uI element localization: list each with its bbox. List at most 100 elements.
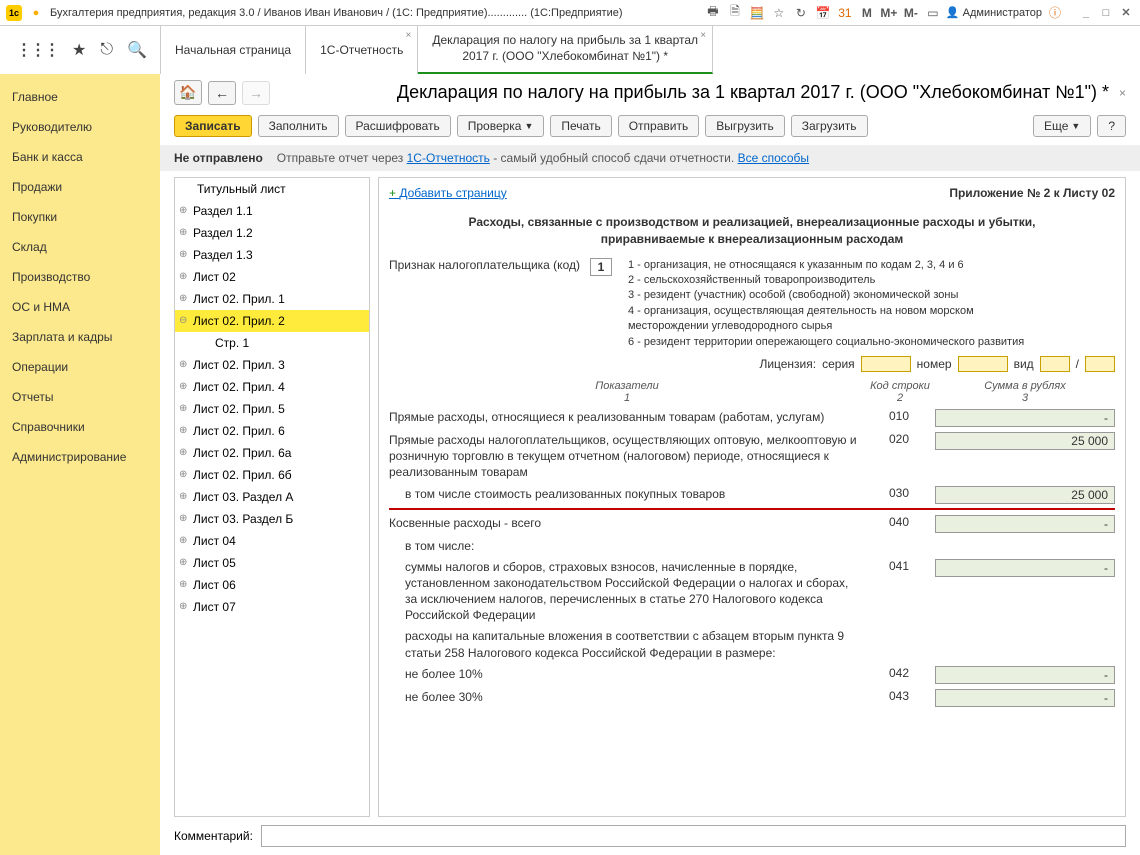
- sidebar-item-sales[interactable]: Продажи: [0, 172, 160, 202]
- plus-icon[interactable]: ⊕: [179, 535, 191, 546]
- section-item[interactable]: ⊕Раздел 1.2: [175, 222, 369, 244]
- upload-button[interactable]: Выгрузить: [705, 115, 785, 137]
- link-1c-reporting[interactable]: 1С-Отчетность: [407, 151, 490, 165]
- fill-button[interactable]: Заполнить: [258, 115, 339, 137]
- plus-icon[interactable]: ⊕: [179, 271, 191, 282]
- licence-number-input[interactable]: [958, 356, 1008, 372]
- minimize-button[interactable]: _: [1078, 6, 1094, 20]
- section-item[interactable]: ⊕Лист 02. Прил. 4: [175, 376, 369, 398]
- apps-icon[interactable]: ⋮⋮⋮: [16, 40, 58, 60]
- history-icon[interactable]: ⎋: [100, 41, 113, 59]
- sidebar-item-admin[interactable]: Администрирование: [0, 442, 160, 472]
- licence-kind-input[interactable]: [1040, 356, 1070, 372]
- favorites-icon[interactable]: ★: [72, 40, 86, 60]
- minus-icon[interactable]: ⊖: [179, 315, 191, 326]
- section-item[interactable]: ⊕Лист 02. Прил. 6а: [175, 442, 369, 464]
- plus-icon[interactable]: ⊕: [179, 513, 191, 524]
- tab-1c-reporting[interactable]: 1С-Отчетность ×: [306, 26, 418, 74]
- plus-icon[interactable]: ⊕: [179, 579, 191, 590]
- sidebar-item-assets[interactable]: ОС и НМА: [0, 292, 160, 322]
- section-item[interactable]: Титульный лист: [175, 178, 369, 200]
- section-item[interactable]: ⊕Лист 02. Прил. 1: [175, 288, 369, 310]
- sidebar-item-warehouse[interactable]: Склад: [0, 232, 160, 262]
- section-item[interactable]: ⊕Лист 02. Прил. 6: [175, 420, 369, 442]
- close-icon[interactable]: ×: [1119, 86, 1126, 100]
- value-input[interactable]: 25 000: [935, 432, 1115, 450]
- plus-icon[interactable]: ⊕: [179, 249, 191, 260]
- user-badge[interactable]: 👤 Администратор: [946, 6, 1042, 19]
- value-input[interactable]: -: [935, 666, 1115, 684]
- plus-icon[interactable]: ⊕: [179, 425, 191, 436]
- add-page-link[interactable]: Добавить страницу: [389, 186, 507, 200]
- plus-icon[interactable]: ⊕: [179, 205, 191, 216]
- section-item[interactable]: ⊕Лист 02. Прил. 3: [175, 354, 369, 376]
- search-icon[interactable]: 🔍: [127, 40, 147, 60]
- calc-icon[interactable]: 🧮: [748, 6, 766, 20]
- plus-icon[interactable]: ⊕: [179, 381, 191, 392]
- section-item[interactable]: ⊕Лист 03. Раздел А: [175, 486, 369, 508]
- write-button[interactable]: Записать: [174, 115, 252, 137]
- back-button[interactable]: ←: [208, 81, 236, 105]
- section-item[interactable]: ⊖Лист 02. Прил. 2: [175, 310, 369, 332]
- section-item[interactable]: ⊕Лист 02. Прил. 6б: [175, 464, 369, 486]
- close-icon[interactable]: ×: [406, 30, 412, 41]
- memory-mminus-icon[interactable]: M-: [902, 6, 920, 20]
- plus-icon[interactable]: ⊕: [179, 293, 191, 304]
- value-input[interactable]: -: [935, 409, 1115, 427]
- plus-icon[interactable]: ⊕: [179, 403, 191, 414]
- section-item[interactable]: ⊕Лист 02: [175, 266, 369, 288]
- section-item[interactable]: Стр. 1: [175, 332, 369, 354]
- section-item[interactable]: ⊕Раздел 1.1: [175, 200, 369, 222]
- tab-declaration[interactable]: Декларация по налогу на прибыль за 1 ква…: [418, 26, 713, 74]
- plus-icon[interactable]: ⊕: [179, 227, 191, 238]
- value-input[interactable]: -: [935, 515, 1115, 533]
- section-item[interactable]: ⊕Раздел 1.3: [175, 244, 369, 266]
- section-item[interactable]: ⊕Лист 06: [175, 574, 369, 596]
- plus-icon[interactable]: ⊕: [179, 601, 191, 612]
- value-input[interactable]: 25 000: [935, 486, 1115, 504]
- more-button[interactable]: Еще▼: [1033, 115, 1091, 137]
- taxpayer-code-input[interactable]: 1: [590, 258, 612, 276]
- star-icon[interactable]: ☆: [770, 6, 788, 20]
- plus-icon[interactable]: ⊕: [179, 447, 191, 458]
- link-all-methods[interactable]: Все способы: [738, 151, 810, 165]
- refresh-icon[interactable]: ↻: [792, 6, 810, 20]
- send-button[interactable]: Отправить: [618, 115, 700, 137]
- memory-m-icon[interactable]: M: [858, 6, 876, 20]
- forward-button[interactable]: →: [242, 81, 270, 105]
- print-icon[interactable]: 🖶: [704, 2, 722, 23]
- sidebar-item-reports[interactable]: Отчеты: [0, 382, 160, 412]
- calendar-icon[interactable]: 📅: [814, 6, 832, 20]
- section-item[interactable]: ⊕Лист 04: [175, 530, 369, 552]
- section-item[interactable]: ⊕Лист 05: [175, 552, 369, 574]
- comment-input[interactable]: [261, 825, 1126, 847]
- sidebar-item-bank[interactable]: Банк и касса: [0, 142, 160, 172]
- plus-icon[interactable]: ⊕: [179, 491, 191, 502]
- sidebar-item-main[interactable]: Главное: [0, 82, 160, 112]
- section-item[interactable]: ⊕Лист 07: [175, 596, 369, 618]
- doc-icon[interactable]: 🗎: [726, 2, 744, 23]
- value-input[interactable]: -: [935, 689, 1115, 707]
- decode-button[interactable]: Расшифровать: [345, 115, 451, 137]
- memory-mplus-icon[interactable]: M+: [880, 6, 898, 20]
- cal-31-icon[interactable]: 31: [836, 6, 854, 20]
- sidebar-item-production[interactable]: Производство: [0, 262, 160, 292]
- info-icon[interactable]: ⓘ: [1046, 4, 1064, 21]
- plus-icon[interactable]: ⊕: [179, 359, 191, 370]
- sidebar-item-purchases[interactable]: Покупки: [0, 202, 160, 232]
- section-item[interactable]: ⊕Лист 03. Раздел Б: [175, 508, 369, 530]
- plus-icon[interactable]: ⊕: [179, 557, 191, 568]
- download-button[interactable]: Загрузить: [791, 115, 868, 137]
- help-button[interactable]: ?: [1097, 115, 1126, 137]
- close-icon[interactable]: ×: [700, 30, 706, 41]
- check-button[interactable]: Проверка▼: [457, 115, 545, 137]
- plus-icon[interactable]: ⊕: [179, 469, 191, 480]
- licence-extra-input[interactable]: [1085, 356, 1115, 372]
- print-button[interactable]: Печать: [550, 115, 611, 137]
- sidebar-item-catalogs[interactable]: Справочники: [0, 412, 160, 442]
- sidebar-item-operations[interactable]: Операции: [0, 352, 160, 382]
- panel-icon[interactable]: ▭: [924, 6, 942, 20]
- licence-series-input[interactable]: [861, 356, 911, 372]
- value-input[interactable]: -: [935, 559, 1115, 577]
- home-button[interactable]: 🏠: [174, 80, 202, 105]
